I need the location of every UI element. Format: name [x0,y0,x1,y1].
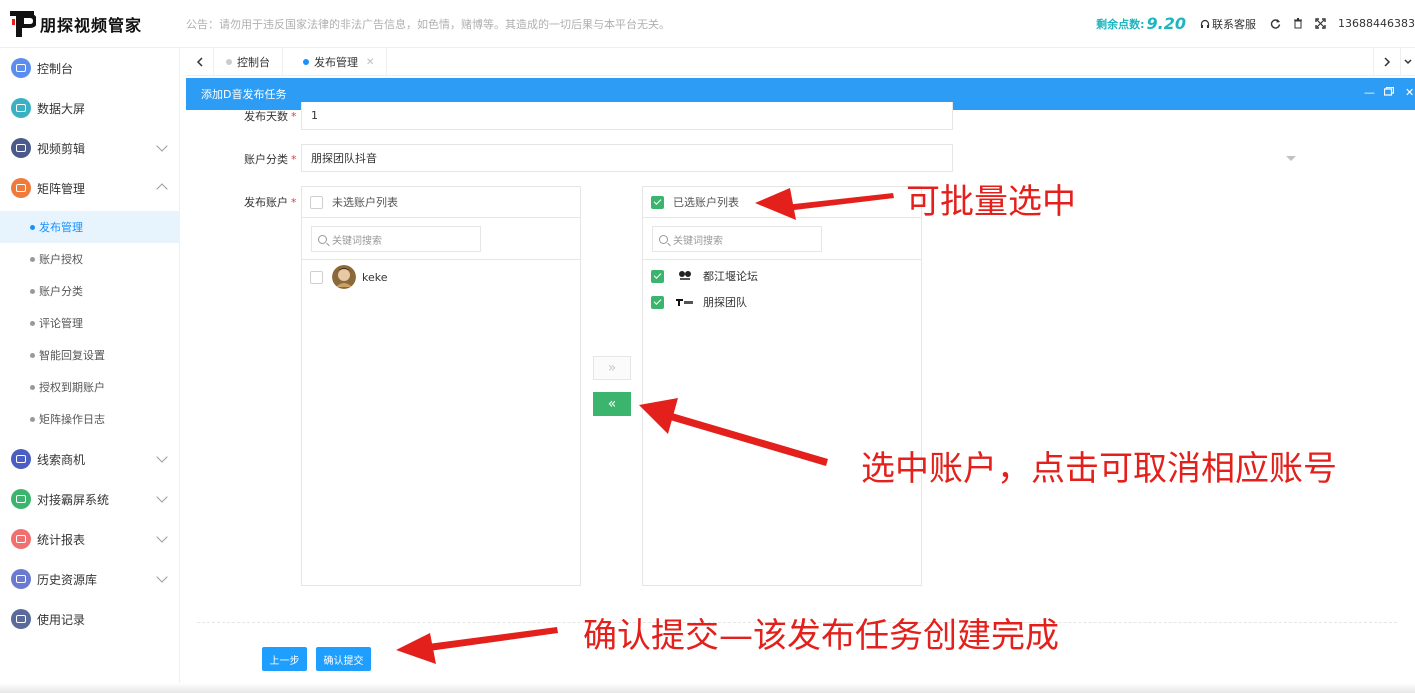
arrow-cancel [639,398,828,466]
arrow-submit [396,627,558,664]
app-window: 朋探视频管家 公告：请勿用于违反国家法律的非法广告信息，如色情，赌博等。其造成的… [0,0,1415,693]
arrow-batch [755,188,894,220]
annotation-arrows [396,188,894,664]
annotation-batch: 可批量选中 [906,182,1076,222]
annotation-submit: 确认提交—该发布任务创建完成 [583,616,1059,656]
window-bottom-edge [0,683,1415,693]
annotation-cancel: 选中账户，点击可取消相应账号 [861,449,1337,489]
